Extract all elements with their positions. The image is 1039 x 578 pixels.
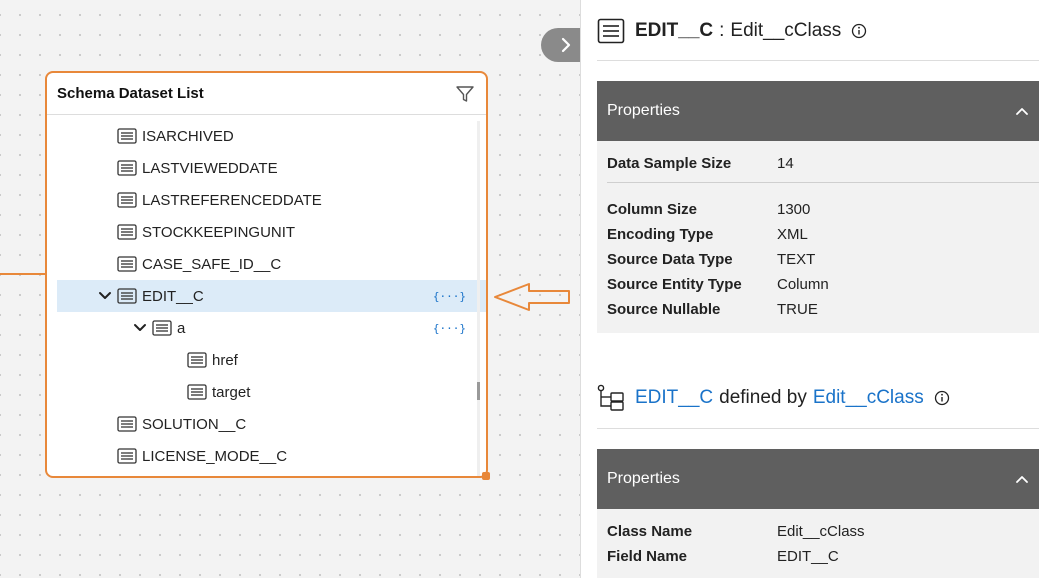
card-header: Schema Dataset List — [47, 73, 486, 115]
prop-value: EDIT__C — [777, 548, 839, 565]
tree-item[interactable]: LASTREFERENCEDDATE — [47, 184, 486, 216]
tree-item[interactable]: href — [47, 344, 486, 376]
divider — [597, 428, 1039, 429]
prop-value: TRUE — [777, 301, 818, 318]
scrollbar-thumb[interactable] — [477, 382, 480, 400]
tree-item-label: LASTREFERENCEDDATE — [142, 191, 322, 209]
divider — [597, 60, 1039, 61]
document-icon — [117, 224, 137, 240]
json-badge[interactable]: {···} — [433, 322, 466, 335]
resize-handle[interactable] — [482, 472, 490, 480]
properties-header-2[interactable]: Properties — [597, 449, 1039, 509]
prop-value: XML — [777, 226, 808, 243]
properties-label: Properties — [607, 102, 680, 119]
chevron-down-icon[interactable] — [97, 288, 113, 304]
tree-item[interactable]: a {···} — [47, 312, 486, 344]
tree-item[interactable]: ISARCHIVED — [47, 120, 486, 152]
chevron-up-icon — [1016, 108, 1028, 115]
chevron-up-icon — [1016, 476, 1028, 483]
properties-label-2: Properties — [607, 470, 680, 487]
document-icon — [117, 256, 137, 272]
prop-key: Source Data Type — [607, 251, 733, 268]
tree-item[interactable]: target — [47, 376, 486, 408]
dataset-tree: ISARCHIVED LASTVIEWEDDATE LASTREFERENCEDDA… — [47, 115, 486, 472]
prop-row: Source Nullable TRUE — [597, 297, 1039, 322]
defined-by-text: defined by — [719, 387, 807, 408]
prop-value: 1300 — [777, 201, 811, 218]
info-icon[interactable] — [934, 390, 950, 406]
tree-item[interactable]: STOCKKEEPINGUNIT — [47, 216, 486, 248]
field-link[interactable]: EDIT__C — [635, 387, 713, 409]
properties-body-2: Class Name Edit__cClass Field Name EDIT__C — [597, 509, 1039, 578]
tree-item-label: href — [212, 351, 238, 369]
prop-key: Class Name — [607, 523, 693, 540]
collapse-panel-button[interactable] — [541, 28, 585, 62]
document-icon — [117, 128, 137, 144]
prop-value: Column — [777, 276, 829, 293]
tree-item-label: a — [177, 319, 186, 337]
panel-title-name: EDIT__C — [635, 20, 714, 41]
document-icon — [117, 160, 137, 176]
prop-row: Encoding Type XML — [597, 222, 1039, 247]
document-icon — [597, 18, 625, 44]
tree-item-label: LASTVIEWEDDATE — [142, 159, 278, 177]
document-icon — [152, 320, 172, 336]
class-link[interactable]: Edit__cClass — [813, 387, 924, 409]
panel-title-class: Edit__cClass — [730, 20, 842, 41]
scrollbar-track — [477, 121, 480, 476]
prop-key: Field Name — [607, 548, 688, 565]
properties-header[interactable]: Properties — [597, 81, 1039, 141]
connector-line — [0, 273, 45, 275]
schema-dataset-card[interactable]: Schema Dataset List ISARCHIVED LASTVIEWED… — [45, 71, 488, 478]
prop-row: Source Data Type TEXT — [597, 247, 1039, 272]
prop-value: 14 — [777, 155, 794, 172]
prop-divider — [607, 182, 1039, 183]
json-badge[interactable]: {···} — [433, 290, 466, 303]
defined-by-title: EDIT__C defined by Edit__cClass — [597, 384, 950, 412]
hierarchy-icon — [597, 384, 624, 411]
prop-key: Source Nullable — [607, 301, 721, 318]
document-icon — [117, 448, 137, 464]
tree-item[interactable]: SOLUTION__C — [47, 408, 486, 440]
prop-row: Data Sample Size 14 — [597, 151, 1039, 176]
panel-title-sep: : — [719, 20, 725, 41]
filter-icon[interactable] — [454, 83, 476, 105]
tree-item-label: EDIT__C — [142, 287, 204, 305]
tree-item-label: CASE_SAFE_ID__C — [142, 255, 282, 273]
arrow-pointer-icon — [494, 283, 570, 311]
prop-key: Source Entity Type — [607, 276, 742, 293]
tree-item-label: SOLUTION__C — [142, 415, 247, 433]
prop-row: Field Name EDIT__C — [597, 544, 1039, 569]
prop-row: Source Entity Type Column — [597, 272, 1039, 297]
document-icon — [117, 416, 137, 432]
document-icon — [117, 192, 137, 208]
tree-item[interactable]: CASE_SAFE_ID__C — [47, 248, 486, 280]
tree-item-label: target — [212, 383, 251, 401]
tree-item[interactable]: LICENSE_MODE__C — [47, 440, 486, 472]
document-icon — [117, 288, 137, 304]
prop-row: Class Name Edit__cClass — [597, 519, 1039, 544]
prop-row: Column Size 1300 — [597, 197, 1039, 222]
chevron-down-icon[interactable] — [132, 320, 148, 336]
prop-key: Column Size — [607, 201, 698, 218]
details-panel: EDIT__C : Edit__cClass Properties Data S… — [580, 0, 1039, 578]
tree-item-label: STOCKKEEPINGUNIT — [142, 223, 296, 241]
panel-title: EDIT__C : Edit__cClass — [597, 18, 867, 44]
chevron-right-icon — [561, 37, 571, 53]
card-title: Schema Dataset List — [57, 85, 204, 102]
prop-key: Data Sample Size — [607, 155, 732, 172]
properties-body: Data Sample Size 14 Column Size 1300 Encod… — [597, 141, 1039, 333]
prop-value: TEXT — [777, 251, 816, 268]
document-icon — [187, 384, 207, 400]
prop-value: Edit__cClass — [777, 523, 865, 540]
tree-item[interactable]: LASTVIEWEDDATE — [47, 152, 486, 184]
tree-item[interactable]: EDIT__C {···} — [57, 280, 486, 312]
prop-key: Encoding Type — [607, 226, 714, 243]
info-icon[interactable] — [851, 23, 867, 39]
document-icon — [187, 352, 207, 368]
tree-item-label: LICENSE_MODE__C — [142, 447, 288, 465]
tree-item-label: ISARCHIVED — [142, 127, 234, 145]
